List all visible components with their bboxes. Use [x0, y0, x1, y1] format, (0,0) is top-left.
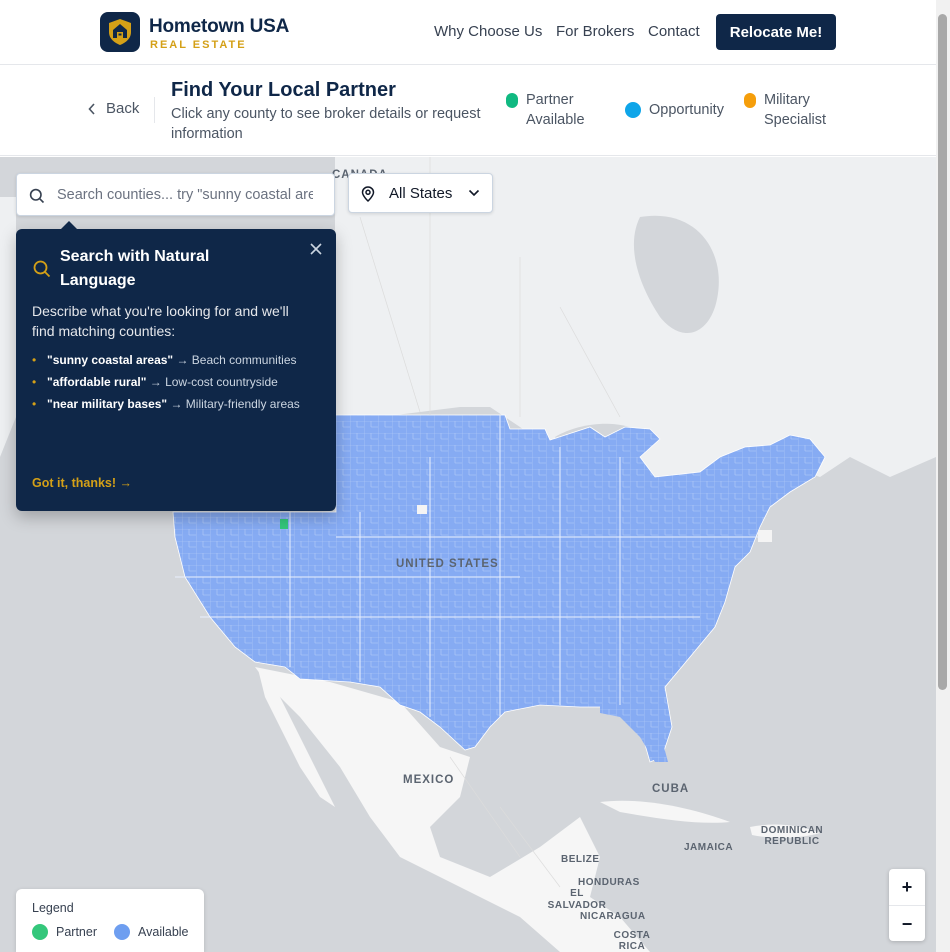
label-nicaragua: NICARAGUA — [580, 911, 646, 922]
legend-item-partner: Partner — [32, 924, 97, 940]
county-search[interactable] — [16, 173, 335, 216]
label-united-states: UNITED STATES — [396, 558, 499, 570]
chevron-down-icon — [468, 189, 480, 197]
partner-swatch-icon — [32, 924, 48, 940]
legend-military-specialist: Military Specialist — [744, 90, 844, 130]
tooltip-description: Describe what you're looking for and we'… — [32, 303, 289, 339]
legend-item-available: Available — [114, 924, 189, 940]
got-it-button[interactable]: Got it, thanks! → — [32, 476, 132, 490]
page-title: Find Your Local Partner — [171, 79, 396, 101]
label-cuba: CUBA — [652, 783, 690, 795]
back-button[interactable]: Back — [88, 100, 139, 117]
example-query: "affordable rural" — [47, 375, 147, 389]
unassigned-county — [758, 530, 772, 542]
legend-label: Opportunity — [649, 102, 724, 118]
scrollbar-thumb[interactable] — [938, 14, 947, 690]
available-swatch-icon — [114, 924, 130, 940]
label-costa-rica: COSTA RICA — [613, 930, 651, 952]
cuba-landmass — [600, 800, 730, 823]
example-list: "sunny coastal areas" → Beach communitie… — [32, 352, 322, 418]
list-item: "near military bases" → Military-friendl… — [32, 396, 322, 412]
legend-label: Partner — [56, 925, 97, 939]
legend-opportunity: Opportunity — [625, 100, 724, 120]
label-dominican-republic: DOMINICAN REPUBLIC — [760, 825, 824, 847]
partner-county — [280, 519, 288, 529]
legend-label: Partner Available — [526, 92, 585, 128]
label-mexico: MEXICO — [403, 774, 455, 786]
label-el-salvador: EL SALVADOR — [547, 888, 607, 911]
state-filter-value: All States — [389, 184, 453, 202]
tooltip-arrow — [60, 221, 78, 230]
chevron-left-icon — [88, 102, 95, 115]
unassigned-county — [417, 505, 427, 514]
map-legend: Legend Partner Available — [16, 889, 204, 952]
top-navigation-bar: Hometown USA REAL ESTATE Why Choose Us F… — [0, 0, 936, 65]
map-pin-icon — [361, 186, 375, 202]
logo[interactable] — [100, 12, 140, 52]
search-icon — [33, 260, 51, 278]
list-item: "sunny coastal areas" → Beach communitie… — [32, 352, 322, 368]
example-result: Low-cost countryside — [165, 375, 278, 389]
zoom-control: + − — [889, 869, 925, 941]
zoom-in-button[interactable]: + — [889, 869, 925, 905]
page-description: Click any county to see broker details o… — [171, 106, 481, 142]
nav-why-choose-us[interactable]: Why Choose Us — [434, 23, 542, 40]
list-item: "affordable rural" → Low-cost countrysid… — [32, 374, 322, 390]
zoom-out-button[interactable]: − — [889, 906, 925, 942]
search-icon — [29, 188, 45, 204]
nav-contact[interactable]: Contact — [648, 23, 700, 40]
tooltip-title: Search with Natural Language — [60, 248, 210, 289]
relocate-me-button[interactable]: Relocate Me! — [716, 14, 836, 50]
label-jamaica: JAMAICA — [684, 842, 734, 853]
example-result: Beach communities — [191, 353, 297, 367]
nav-for-brokers[interactable]: For Brokers — [556, 23, 634, 40]
search-input[interactable] — [57, 182, 313, 208]
label-honduras: HONDURAS — [578, 877, 640, 888]
example-result: Military-friendly areas — [185, 397, 300, 411]
page-header: Back Find Your Local Partner Click any c… — [0, 65, 936, 156]
close-icon[interactable] — [307, 240, 325, 258]
back-label: Back — [106, 100, 140, 117]
house-shield-icon — [109, 19, 131, 45]
legend-title: Legend — [32, 901, 74, 915]
label-belize: BELIZE — [561, 854, 600, 865]
brand-name[interactable]: Hometown USA — [149, 16, 289, 38]
legend-label: Military Specialist — [764, 92, 827, 128]
legend-partner-available: Partner Available — [506, 90, 616, 130]
example-query: "near military bases" — [47, 397, 168, 411]
state-filter-dropdown[interactable]: All States — [348, 173, 493, 213]
example-query: "sunny coastal areas" — [47, 353, 174, 367]
legend-label: Available — [138, 925, 189, 939]
west-coast-land — [0, 197, 16, 457]
military-dot-icon — [744, 93, 756, 108]
opportunity-dot-icon — [625, 102, 641, 118]
divider — [154, 97, 155, 123]
natural-language-tooltip: Search with Natural Language Describe wh… — [16, 221, 336, 511]
partner-dot-icon — [506, 93, 518, 108]
brand-tagline: REAL ESTATE — [150, 39, 247, 51]
